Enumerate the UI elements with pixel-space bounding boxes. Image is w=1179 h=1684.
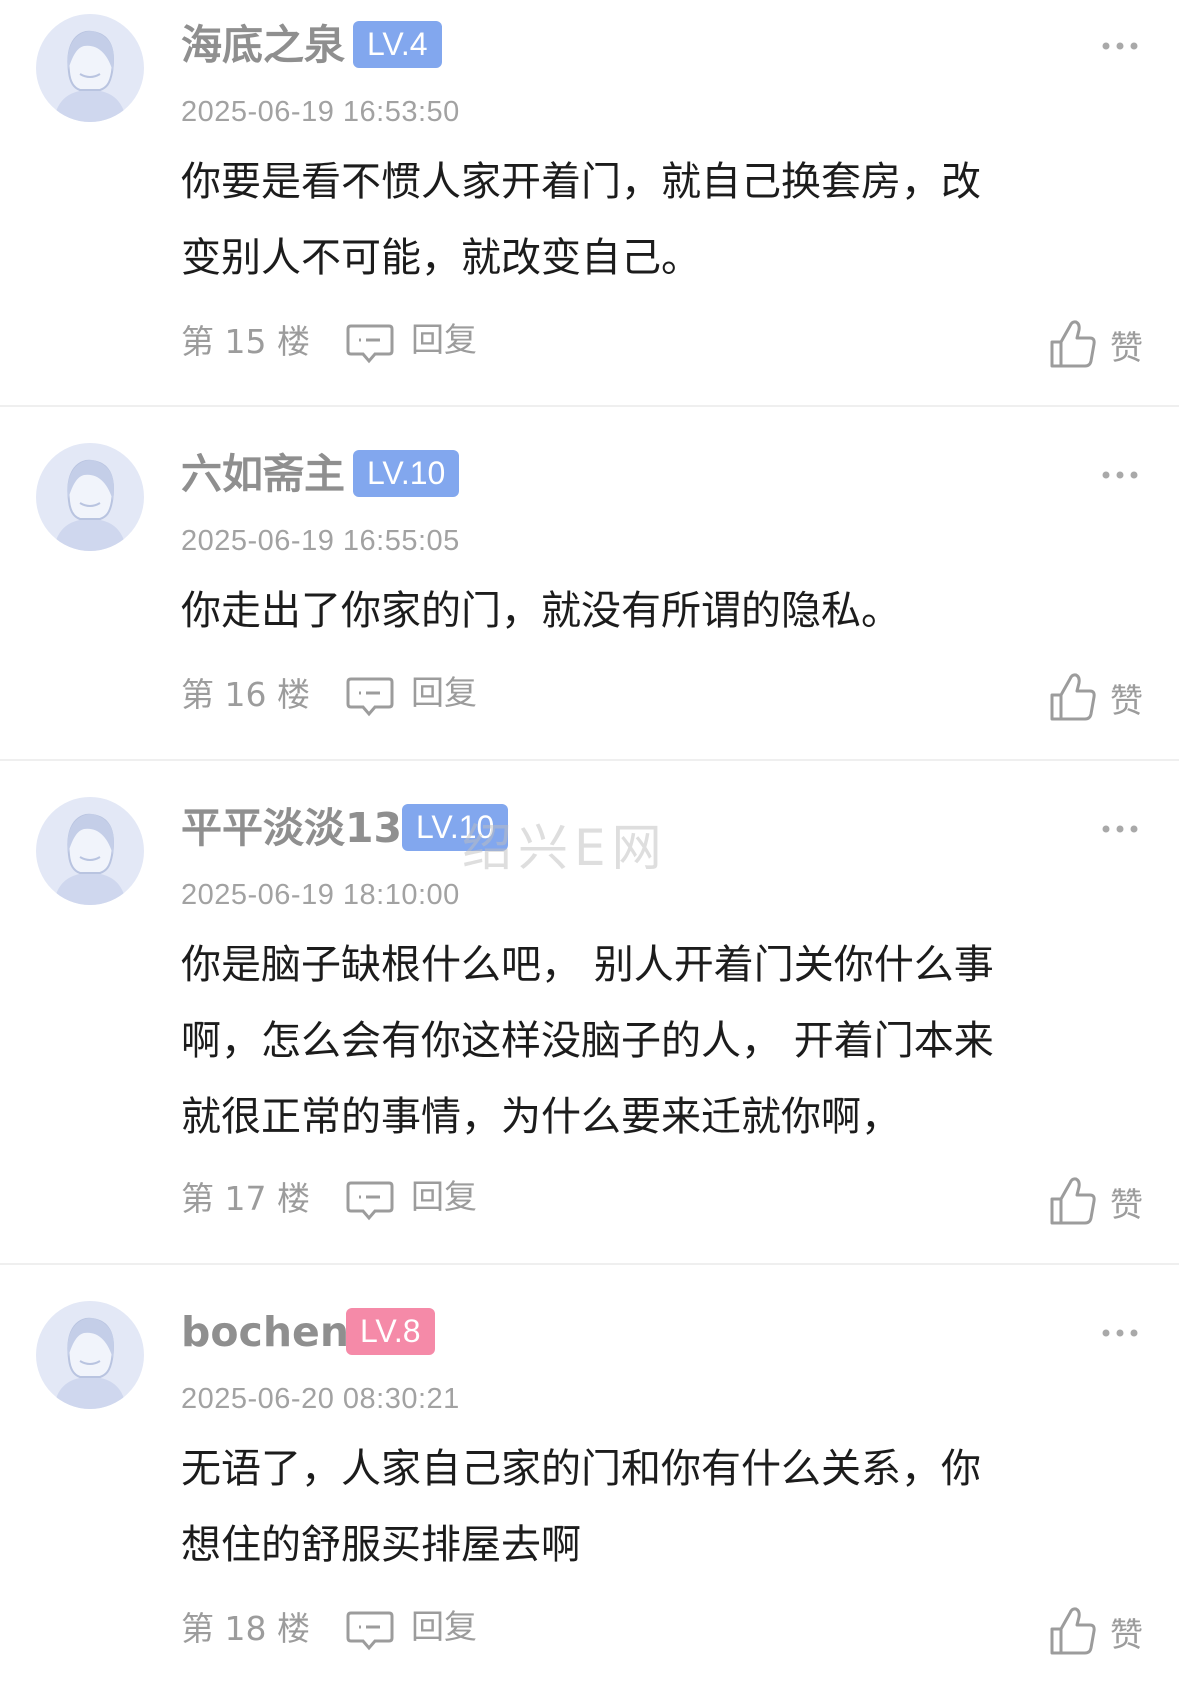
like-label: 赞 — [1110, 681, 1143, 720]
username[interactable]: 海底之泉 — [181, 20, 345, 70]
avatar-icon — [54, 30, 126, 122]
post-time: 2025-06-19 18:10:00 — [181, 879, 460, 911]
level-badge: LV.10 — [353, 450, 460, 497]
reply-label: 回复 — [411, 673, 477, 712]
more-icon[interactable] — [1100, 821, 1140, 837]
post-time: 2025-06-19 16:55:05 — [181, 525, 460, 557]
like-button[interactable]: 赞 — [1048, 318, 1148, 374]
like-label: 赞 — [1110, 1185, 1143, 1224]
thumbs-up-icon — [1050, 320, 1096, 368]
site-watermark: 绍兴E网 — [462, 819, 668, 877]
post-time: 2025-06-20 08:30:21 — [181, 1383, 460, 1415]
comment-content: 无语了，人家自己家的门和你有什么关系，你 想住的舒服买排屋去啊 — [181, 1431, 1131, 1583]
content-line: 啊，怎么会有你这样没脑子的人， 开着门本来 — [181, 1018, 994, 1064]
content-line: 你要是看不惯人家开着门，就自己换套房，改 — [181, 159, 981, 205]
content-line: 你走出了你家的门，就没有所谓的隐私。 — [181, 588, 901, 634]
user-avatar[interactable] — [36, 797, 144, 905]
floor-number: 第 16 楼 — [181, 675, 310, 714]
comment-item: bochen LV.8 2025-06-20 08:30:21 无语了，人家自己… — [0, 1265, 1179, 1684]
comment-item: 六如斋主 LV.10 2025-06-19 16:55:05 你走出了你家的门，… — [0, 407, 1179, 759]
content-line: 变别人不可能，就改变自己。 — [181, 235, 701, 281]
reply-icon — [346, 1181, 394, 1221]
content-line: 就很正常的事情，为什么要来迁就你啊， — [181, 1094, 901, 1140]
like-button[interactable]: 赞 — [1048, 1175, 1148, 1231]
comment-content: 你是脑子缺根什么吧， 别人开着门关你什么事 啊，怎么会有你这样没脑子的人， 开着… — [181, 927, 1131, 1155]
floor-number: 第 18 楼 — [181, 1609, 310, 1648]
user-avatar[interactable] — [36, 443, 144, 551]
username[interactable]: bochen — [181, 1307, 349, 1357]
thumbs-up-icon — [1050, 1607, 1096, 1655]
comment-content: 你要是看不惯人家开着门，就自己换套房，改 变别人不可能，就改变自己。 — [181, 144, 1131, 296]
reply-label: 回复 — [411, 320, 477, 359]
more-icon[interactable] — [1100, 38, 1140, 54]
user-avatar[interactable] — [36, 1301, 144, 1409]
like-label: 赞 — [1110, 1615, 1143, 1654]
username[interactable]: 六如斋主 — [181, 449, 345, 499]
like-button[interactable]: 赞 — [1048, 1605, 1148, 1661]
level-badge: LV.8 — [346, 1308, 435, 1355]
comment-content: 你走出了你家的门，就没有所谓的隐私。 — [181, 573, 1131, 649]
more-icon[interactable] — [1100, 467, 1140, 483]
content-line: 无语了，人家自己家的门和你有什么关系，你 — [181, 1446, 981, 1492]
reply-label: 回复 — [411, 1607, 477, 1646]
avatar-icon — [54, 1317, 126, 1409]
user-avatar[interactable] — [36, 14, 144, 122]
level-badge: LV.4 — [353, 21, 442, 68]
avatar-icon — [54, 459, 126, 551]
post-time: 2025-06-19 16:53:50 — [181, 96, 460, 128]
comment-item: 海底之泉 LV.4 2025-06-19 16:53:50 你要是看不惯人家开着… — [0, 0, 1179, 406]
thumbs-up-icon — [1050, 673, 1096, 721]
reply-icon — [346, 677, 394, 717]
content-line: 你是脑子缺根什么吧， 别人开着门关你什么事 — [181, 942, 994, 988]
floor-number: 第 17 楼 — [181, 1179, 310, 1218]
reply-icon — [346, 324, 394, 364]
thumbs-up-icon — [1050, 1177, 1096, 1225]
content-line: 想住的舒服买排屋去啊 — [181, 1522, 581, 1568]
avatar-icon — [54, 813, 126, 905]
more-icon[interactable] — [1100, 1325, 1140, 1341]
reply-label: 回复 — [411, 1177, 477, 1216]
username[interactable]: 平平淡淡13 — [181, 803, 402, 853]
like-label: 赞 — [1110, 328, 1143, 367]
like-button[interactable]: 赞 — [1048, 671, 1148, 727]
reply-icon — [346, 1611, 394, 1651]
floor-number: 第 15 楼 — [181, 322, 310, 361]
